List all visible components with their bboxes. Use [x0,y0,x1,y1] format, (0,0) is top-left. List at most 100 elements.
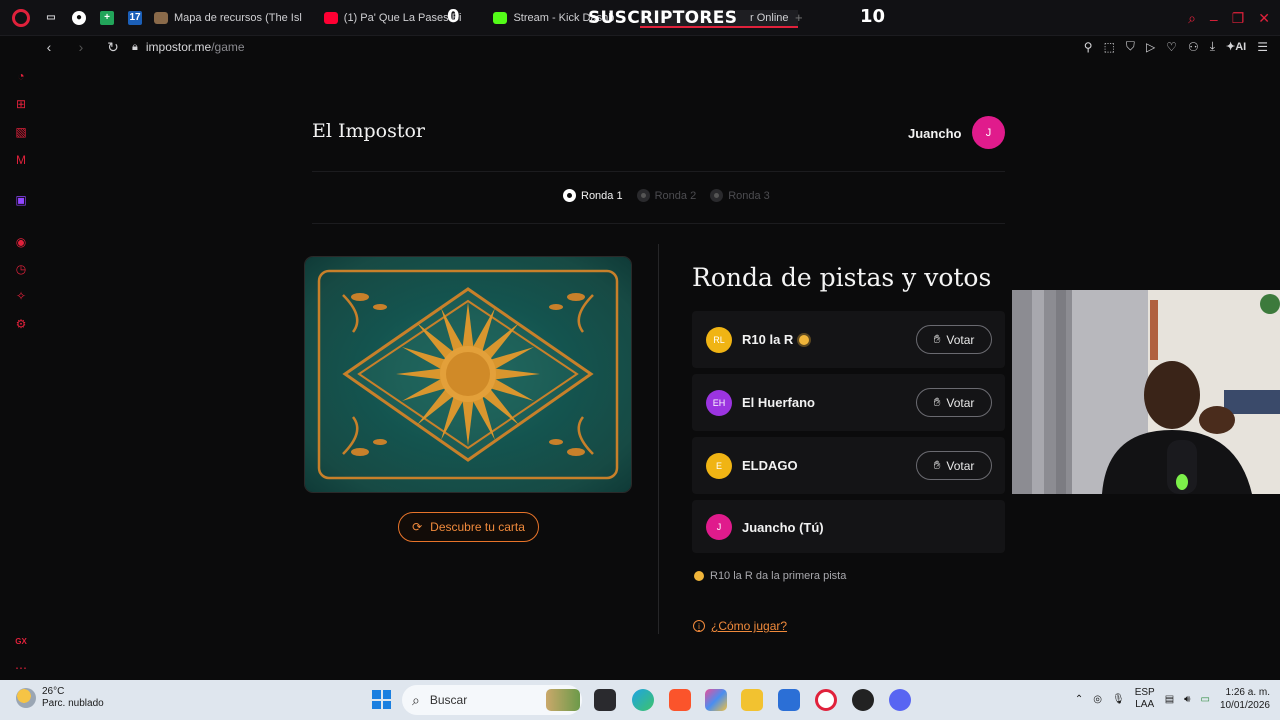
menu-icon[interactable]: ☰ [1257,40,1268,54]
opera-menu-icon[interactable] [12,8,30,27]
url-field[interactable]: 🔒︎ impostor.me/game [132,40,245,54]
kick-icon [493,11,508,24]
task-view-icon[interactable] [594,689,616,711]
obs-icon[interactable] [852,689,874,711]
clue-status: R10 la R da la primera pista [694,570,846,582]
user-name: Juancho [908,126,962,141]
weather-widget[interactable]: 26°C Parc. nublado [16,686,104,710]
chevron-up-icon[interactable]: ⌃ [1075,694,1083,705]
messenger-icon[interactable]: M [13,152,29,168]
discover-label: Descubre tu carta [430,520,525,534]
how-to-play-link[interactable]: i ¿Cómo jugar? [693,619,787,633]
player-icon[interactable]: ◉ [13,234,29,250]
panel-title: Ronda de pistas y votos [692,263,992,292]
speed-dial-icon[interactable]: ◔ [13,68,29,84]
hand-icon: ✋︎ [933,458,941,472]
network-app-icon[interactable]: ◎ [1093,694,1102,705]
wifi-icon[interactable]: ▤ [1165,694,1174,705]
secret-card[interactable] [305,257,631,492]
minimize-button[interactable]: – [1210,11,1218,27]
windows-start-icon[interactable] [372,690,391,709]
hand-icon: ✋︎ [933,332,941,346]
discover-card-button[interactable]: ⟳ Descubre tu carta [398,512,539,542]
opera-gx-taskbar-icon[interactable] [815,689,837,711]
sheets-icon[interactable]: + [100,10,114,25]
volume-icon[interactable]: 🔊︎ [1184,694,1190,705]
vote-button[interactable]: ✋︎ Votar [916,325,992,354]
calendar-icon[interactable]: 17 [128,10,142,25]
player-name: ELDAGO [742,458,798,473]
browser-toolbar: ⚲ ⬚ ⛉ ▷ ♡ ⚇ ⤓ ✦AI ☰ [1084,39,1268,54]
sun-card-illustration [317,269,619,480]
settings-icon[interactable]: ⚙ [13,316,29,332]
player-avatar: EH [706,390,732,416]
subscribers-overlay-title: SUSCRIPTORES [588,8,738,28]
sun-icon [694,571,704,581]
user-avatar[interactable]: J [972,116,1005,149]
search-tabs-icon[interactable]: ⌕ [1188,10,1196,27]
battery-icon[interactable]: ▭ [1200,694,1209,705]
download-icon[interactable]: ⤓ [1210,39,1215,54]
gamepad-icon[interactable]: ▭ [44,11,58,25]
player-row: E ELDAGO ✋︎ Votar [692,437,1005,494]
discord-icon[interactable] [889,689,911,711]
ai-button[interactable]: ✦AI [1226,40,1246,53]
close-button[interactable]: ✕ [1258,10,1270,27]
heart-icon[interactable]: ♡ [1166,40,1177,54]
webcam-overlay [1012,290,1280,494]
back-icon[interactable]: ‹ [40,39,58,55]
site-title[interactable]: El Impostor [312,120,425,142]
bag-icon[interactable]: ⊞ [13,96,29,112]
gx-corner-icon[interactable]: ▧ [13,124,29,140]
search-placeholder: Buscar [429,693,468,707]
pin-icon[interactable]: ⚲ [1084,40,1093,54]
clock[interactable]: 1:26 a. m. 10/01/2026 [1220,686,1270,712]
extensions-icon[interactable]: ✧ [13,288,29,304]
copilot-icon[interactable] [705,689,727,711]
snapshot-icon[interactable]: ⬚ [1104,40,1115,54]
more-icon[interactable]: ⋯ [13,660,29,676]
circle-app-icon[interactable]: ● [72,10,86,25]
reload-icon[interactable]: ↻ [104,39,122,56]
tab-youtube[interactable]: (1) Pa' Que La Pases Bi [323,11,462,24]
search-highlight-icon[interactable] [546,689,580,711]
twitch-icon[interactable]: ▣ [13,192,29,208]
language-indicator[interactable]: ESP LAA [1135,687,1155,711]
vote-button[interactable]: ✋︎ Votar [916,451,992,480]
forward-icon[interactable]: › [72,39,90,55]
weather-text: 26°C Parc. nublado [42,686,104,709]
tab-label: (1) Pa' Que La Pases Bi [343,11,462,24]
url-host: impostor.me [145,40,212,54]
lock-icon: 🔒︎ [132,40,138,53]
rounds-divider [312,223,1005,224]
edge-icon[interactable] [632,689,654,711]
gx-logo-icon[interactable]: GX [13,634,29,650]
youtube-icon [323,11,338,24]
sun-icon [799,334,810,345]
refresh-icon: ⟳ [412,520,423,534]
account-icon[interactable]: ⚇ [1188,40,1199,54]
tab-favicon [154,11,168,24]
player-name: El Huerfano [742,395,815,410]
file-explorer-icon[interactable] [741,689,763,711]
restore-button[interactable]: ❐ [1232,10,1245,27]
history-icon[interactable]: ◷ [13,261,29,277]
round-dot-icon [563,189,576,202]
new-tab-button[interactable]: + [795,10,803,25]
play-icon[interactable]: ▷ [1146,40,1155,54]
round-2: Ronda 2 [636,189,696,202]
screen: ▭ ● + 17 Mapa de recursos (The Isl (1) P… [0,0,1280,720]
round-3: Ronda 3 [710,189,770,202]
address-bar: ‹ › ↻ 🔒︎ impostor.me/game ⚲ ⬚ ⛉ ▷ ♡ ⚇ ⤓ … [0,36,1280,58]
microphone-icon[interactable]: 🎙︎ [1112,694,1125,705]
vote-button[interactable]: ✋︎ Votar [916,388,992,417]
player-row: RL R10 la R ✋︎ Votar [692,311,1005,368]
brave-icon[interactable] [669,689,691,711]
outlook-icon[interactable] [778,689,800,711]
system-tray: ⌃ ◎ 🎙︎ ESP LAA ▤ 🔊︎ ▭ 1:26 a. m. 10/01/2… [1075,686,1270,712]
player-row-self: J Juancho (Tú) [692,500,1005,553]
shield-icon[interactable]: ⛉ [1126,39,1135,54]
tab-mapa-recursos[interactable]: Mapa de recursos (The Isl [154,11,302,24]
player-name: R10 la R [742,332,810,347]
round-1: Ronda 1 [563,189,623,202]
